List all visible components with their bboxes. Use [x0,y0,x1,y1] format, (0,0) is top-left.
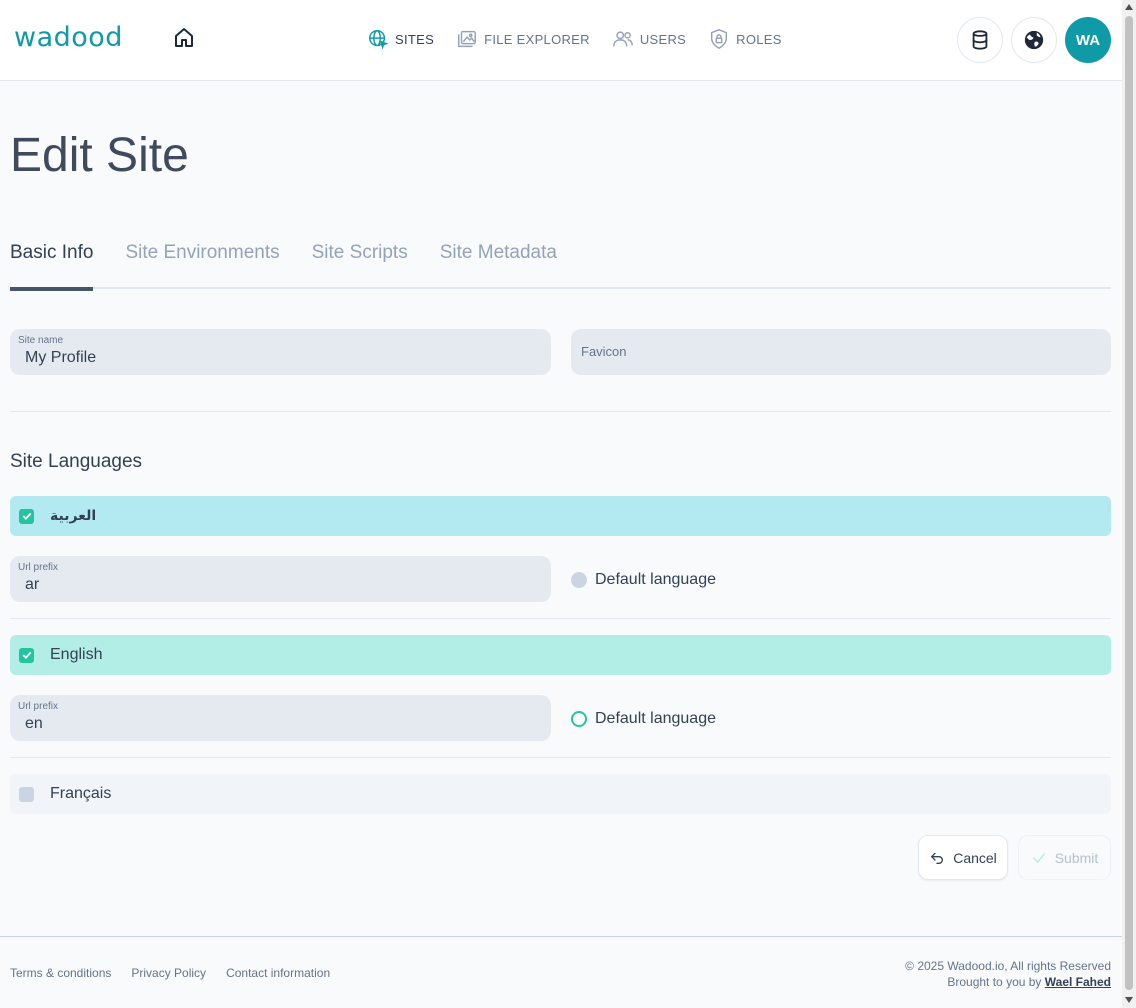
url-prefix-value: en [25,715,43,732]
english-url-prefix-field[interactable]: Url prefix en [10,695,551,741]
language-divider [10,757,1111,758]
folder-image-icon [458,30,477,48]
author-link[interactable]: Wael Fahed [1045,975,1111,989]
copyright-text: © 2025 Wadood.io, All rights Reserved [905,959,1111,973]
user-avatar[interactable]: WA [1065,17,1111,63]
check-icon [1032,852,1045,863]
main-nav: SITES FILE EXPLORER USERS ROLES [367,28,782,50]
page-scrollbar[interactable] [1122,0,1136,1008]
footer-divider [0,936,1122,937]
tab-basic-info[interactable]: Basic Info [10,240,94,291]
users-icon [612,31,633,47]
submit-label: Submit [1054,849,1099,866]
scroll-down-arrow[interactable] [1125,997,1133,1003]
language-divider [10,618,1111,619]
default-language-radio[interactable] [571,711,587,727]
french-checkbox[interactable] [19,786,34,802]
nav-item-sites[interactable]: SITES [367,28,434,50]
wadood-logo[interactable]: wadood [14,22,123,53]
tab-site-scripts[interactable]: Site Scripts [312,240,408,289]
default-language-label: Default language [595,710,716,727]
english-label: English [50,646,103,663]
section-divider [10,411,1111,412]
undo-icon [931,852,944,864]
nav-label-users: USERS [639,31,687,47]
url-prefix-label: Url prefix [18,701,59,712]
nav-item-file-explorer[interactable]: FILE EXPLORER [456,28,590,50]
globe-cursor-icon [369,30,389,50]
database-icon [972,30,988,50]
home-icon[interactable] [172,26,198,52]
language-bar-arabic[interactable]: العربية [10,496,1111,536]
language-bar-english[interactable]: English [10,635,1111,675]
nav-label-roles: ROLES [736,31,782,47]
site-languages-title: Site Languages [10,451,143,472]
arabic-url-prefix-field[interactable]: Url prefix ar [10,556,551,602]
privacy-link[interactable]: Privacy Policy [131,966,206,980]
url-prefix-label: Url prefix [18,562,59,573]
shield-lock-icon [711,29,728,49]
nav-item-users[interactable]: USERS [612,28,686,50]
cancel-label: Cancel [953,849,997,866]
arabic-default-language[interactable]: Default language [571,571,716,589]
globe-icon [1024,30,1044,50]
nav-item-roles[interactable]: ROLES [708,28,782,50]
database-button[interactable] [957,17,1003,63]
default-language-radio[interactable] [571,572,587,588]
scroll-up-arrow[interactable] [1125,4,1133,10]
arabic-label: العربية [50,508,97,524]
submit-button[interactable]: Submit [1018,835,1111,880]
favicon-label: Favicon [581,344,627,359]
contact-link[interactable]: Contact information [226,966,330,980]
page-title: Edit Site [10,129,189,182]
tab-bar: Basic Info Site Environments Site Script… [10,240,1111,291]
favicon-field[interactable]: Favicon [571,329,1111,375]
english-checkbox[interactable] [19,647,34,663]
language-bar-french[interactable]: Français [10,774,1111,814]
footer-links: Terms & conditions Privacy Policy Contac… [10,966,330,980]
brought-by-prefix: Brought to you by [947,975,1042,989]
copyright: © 2025 Wadood.io, All rights Reserved Br… [905,958,1111,990]
english-default-language[interactable]: Default language [571,710,716,728]
check-icon [22,651,31,659]
tab-site-metadata[interactable]: Site Metadata [440,240,557,289]
site-name-label: Site name [18,335,64,346]
site-name-value: My Profile [25,349,97,366]
nav-label-sites: SITES [395,31,435,47]
scroll-thumb[interactable] [1125,16,1133,990]
default-language-label: Default language [595,571,716,588]
url-prefix-value: ar [25,576,40,593]
tab-site-environments[interactable]: Site Environments [125,240,279,289]
nav-label-file-explorer: FILE EXPLORER [484,31,590,47]
site-name-field[interactable]: Site name My Profile [10,329,551,375]
check-icon [22,512,31,520]
terms-link[interactable]: Terms & conditions [10,966,111,980]
cancel-button[interactable]: Cancel [918,835,1008,880]
french-label: Français [50,785,112,802]
language-button[interactable] [1011,17,1057,63]
brought-by: Brought to you by Wael Fahed [905,974,1111,990]
top-header: wadood SITES FILE EXPLORER USERS ROLES W… [0,0,1122,81]
arabic-checkbox[interactable] [19,508,34,524]
